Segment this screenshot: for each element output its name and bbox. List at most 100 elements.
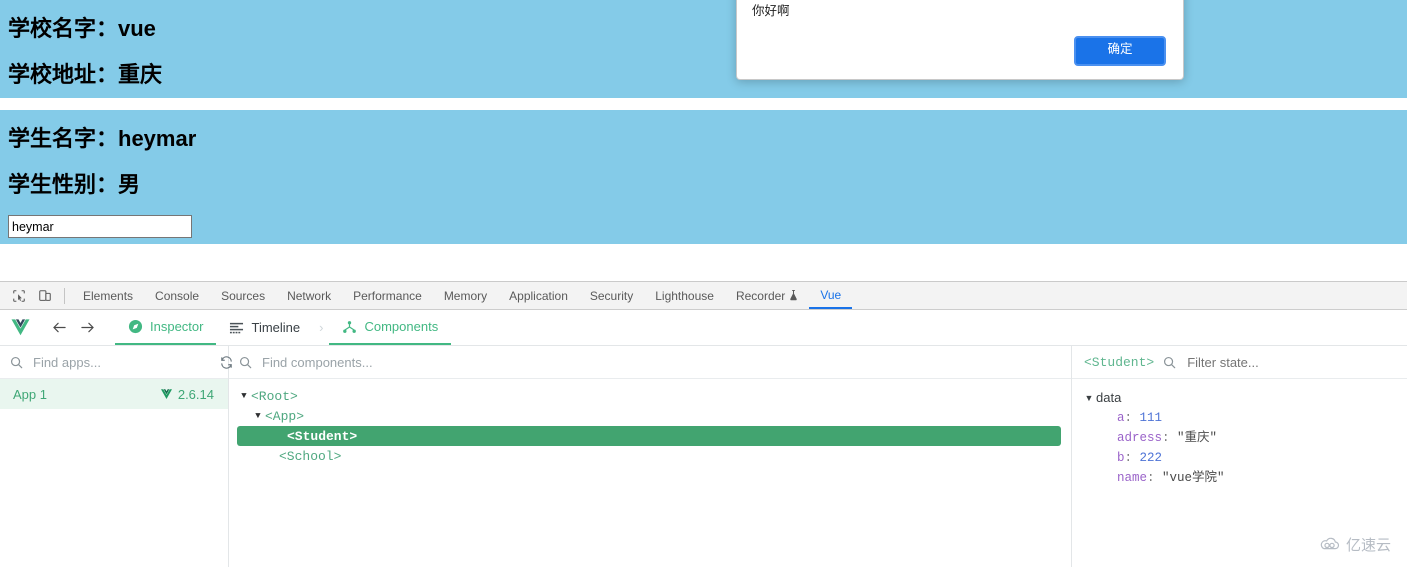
- tab-label: Lighthouse: [655, 288, 714, 303]
- tab-performance[interactable]: Performance: [342, 282, 433, 309]
- tab-label: Vue: [820, 287, 842, 302]
- tab-recorder[interactable]: Recorder: [725, 282, 809, 309]
- vue-devtools-toolbar: Inspector Timeline › Components: [0, 310, 1407, 346]
- tab-memory[interactable]: Memory: [433, 282, 498, 309]
- watermark: 亿速云: [1319, 534, 1391, 555]
- tree-node-student[interactable]: ▼ <Student>: [237, 426, 1061, 446]
- school-address-heading: 学校地址：重庆: [8, 62, 163, 87]
- tab-elements[interactable]: Elements: [72, 282, 144, 309]
- state-pane: <Student> ▼ data a: 111 adress: "重庆": [1072, 346, 1407, 567]
- chevron-down-icon[interactable]: ▼: [251, 411, 265, 421]
- alert-dialog: 你好啊 确定: [736, 0, 1184, 80]
- chevron-down-icon[interactable]: ▼: [1082, 393, 1096, 403]
- component-tree: ▼ <Root> ▼ <App> ▼ <Student> <School>: [229, 379, 1071, 466]
- state-entry-b[interactable]: b: 222: [1072, 448, 1407, 468]
- student-gender-heading: 学生性别：男: [8, 172, 141, 197]
- toolbar-divider: [64, 287, 65, 304]
- timeline-icon: [229, 321, 244, 335]
- tree-node-app[interactable]: ▼ <App>: [229, 406, 1071, 426]
- find-components-input[interactable]: [260, 353, 1061, 371]
- state-entry-adress[interactable]: adress: "重庆": [1072, 428, 1407, 448]
- state-value: 111: [1139, 411, 1163, 425]
- school-name-heading: 学校名字：vue: [8, 16, 156, 41]
- inspect-element-icon[interactable]: [6, 283, 32, 309]
- vue-tab-timeline[interactable]: Timeline: [216, 310, 313, 345]
- vue-tab-components[interactable]: Components: [329, 310, 452, 345]
- vue-tab-label: Inspector: [150, 319, 204, 334]
- tab-vue[interactable]: Vue: [809, 282, 853, 309]
- chevron-down-icon[interactable]: ▼: [237, 391, 251, 401]
- state-colon: :: [1124, 411, 1140, 425]
- state-value: "重庆": [1177, 431, 1218, 445]
- alert-ok-button[interactable]: 确定: [1074, 36, 1166, 66]
- components-tree-icon: [342, 320, 357, 334]
- vue-devtools-body: App 1 2.6.14: [0, 346, 1407, 567]
- tab-label: Console: [155, 288, 200, 303]
- find-apps-input[interactable]: [31, 353, 211, 371]
- watermark-text: 亿速云: [1345, 537, 1391, 554]
- app-name-label: App 1: [13, 386, 47, 402]
- find-components-row: [229, 346, 1071, 379]
- chevron-right-icon: ›: [319, 320, 324, 335]
- tree-node-school[interactable]: <School>: [229, 446, 1071, 466]
- devtools-panel: Elements Console Sources Network Perform…: [0, 281, 1407, 568]
- state-key: b: [1117, 451, 1125, 465]
- search-icon: [239, 356, 252, 369]
- tab-lighthouse[interactable]: Lighthouse: [644, 282, 725, 309]
- vue-tab-label: Components: [364, 319, 439, 334]
- state-entry-a[interactable]: a: 111: [1072, 408, 1407, 428]
- tree-spacer: ▼: [237, 431, 251, 441]
- state-pane-header: <Student>: [1072, 346, 1407, 379]
- tab-label: Performance: [353, 288, 422, 303]
- arrow-right-icon[interactable]: [73, 314, 101, 342]
- state-value: 222: [1139, 451, 1163, 465]
- vue-logo-icon: [160, 388, 173, 400]
- components-pane: ▼ <Root> ▼ <App> ▼ <Student> <School>: [229, 346, 1072, 567]
- vue-tab-label: Timeline: [251, 320, 301, 335]
- cloud-glasses-icon: [1319, 537, 1341, 552]
- state-group-data[interactable]: ▼ data: [1072, 387, 1407, 408]
- filter-state-input[interactable]: [1185, 353, 1397, 371]
- compass-icon: [128, 319, 143, 334]
- vue-logo-icon: [10, 318, 31, 337]
- state-colon: :: [1124, 451, 1140, 465]
- tab-application[interactable]: Application: [498, 282, 579, 309]
- tree-node-label: <School>: [279, 448, 342, 464]
- tab-label: Recorder: [735, 288, 786, 303]
- find-apps-row: [0, 346, 232, 379]
- state-key: adress: [1117, 431, 1163, 445]
- student-name-input[interactable]: [8, 215, 192, 238]
- state-colon: :: [1147, 471, 1163, 485]
- tab-label: Application: [509, 288, 568, 303]
- state-key: a: [1117, 411, 1125, 425]
- school-section: 学校名字：vue 学校地址：重庆: [0, 0, 1407, 98]
- tab-label: Elements: [83, 288, 134, 303]
- tab-console[interactable]: Console: [144, 282, 210, 309]
- student-name-heading: 学生名字：heymar: [8, 126, 197, 151]
- tab-label: Sources: [221, 288, 266, 303]
- app-list-item[interactable]: App 1 2.6.14: [0, 379, 228, 409]
- tab-label: Memory: [443, 288, 488, 303]
- app-version: 2.6.14: [160, 387, 214, 402]
- student-section: 学生名字：heymar 学生性别：男: [0, 110, 1407, 244]
- selected-component-label: <Student>: [1084, 354, 1155, 370]
- devtools-tabbar: Elements Console Sources Network Perform…: [0, 282, 1407, 310]
- arrow-left-icon[interactable]: [45, 314, 73, 342]
- tab-label: Network: [287, 288, 332, 303]
- state-entry-name[interactable]: name: "vue学院": [1072, 468, 1407, 488]
- state-colon: :: [1162, 431, 1178, 445]
- search-icon: [10, 356, 23, 369]
- web-page-viewport: 学校名字：vue 学校地址：重庆 学生名字：heymar 学生性别：男 你好啊 …: [0, 0, 1407, 281]
- tab-sources[interactable]: Sources: [210, 282, 276, 309]
- tab-label: Security: [589, 288, 634, 303]
- vue-tab-inspector[interactable]: Inspector: [115, 310, 217, 345]
- device-toolbar-icon[interactable]: [32, 283, 58, 309]
- app-version-label: 2.6.14: [177, 386, 214, 402]
- tab-security[interactable]: Security: [579, 282, 644, 309]
- state-key: name: [1117, 471, 1148, 485]
- tab-network[interactable]: Network: [276, 282, 342, 309]
- search-icon: [1163, 356, 1176, 369]
- state-group-label: data: [1096, 390, 1122, 405]
- tree-node-root[interactable]: ▼ <Root>: [229, 386, 1071, 406]
- state-value: "vue学院": [1162, 471, 1225, 485]
